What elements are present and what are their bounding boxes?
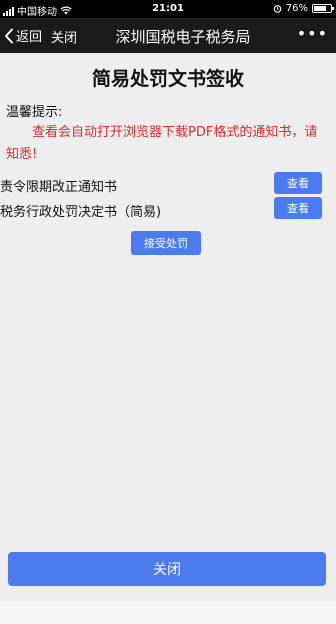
tip-label: 温馨提示:: [6, 105, 63, 120]
page-title: 简易处罚文书签收: [91, 68, 244, 90]
document-name: 税务行政处罚决定书（简易): [0, 205, 162, 220]
document-row: 税务行政处罚决定书（简易) 查看: [0, 197, 336, 221]
accept-penalty-button[interactable]: 接受处罚: [131, 231, 201, 255]
view-button[interactable]: 查看: [274, 172, 322, 194]
battery-icon: [312, 4, 334, 13]
battery-percent: 76%: [285, 3, 308, 14]
alarm-icon: [273, 5, 282, 13]
tip-text: 查看会自动打开浏览器下载PDF格式的通知书，请知悉!: [6, 125, 318, 162]
close-button[interactable]: 关闭: [8, 552, 326, 586]
battery-fill: [314, 6, 327, 11]
nav-close-button[interactable]: 关闭: [51, 27, 77, 46]
nav-bar: 返回 关闭 深圳国税电子税务局 •••: [0, 18, 336, 53]
status-right: 76%: [273, 3, 334, 14]
back-label: 返回: [16, 30, 43, 45]
document-row: 责令限期改正通知书 查看: [0, 172, 336, 196]
bottom-strip: [0, 601, 336, 624]
more-icon[interactable]: •••: [297, 26, 328, 42]
back-button[interactable]: 返回: [4, 26, 42, 45]
document-name: 责令限期改正通知书: [0, 180, 118, 195]
nav-title: 深圳国税电子税务局: [115, 28, 251, 46]
chevron-left-icon: [5, 28, 13, 43]
status-bar: 中国移动 21:01 76%: [0, 0, 336, 18]
view-button[interactable]: 查看: [274, 197, 322, 219]
